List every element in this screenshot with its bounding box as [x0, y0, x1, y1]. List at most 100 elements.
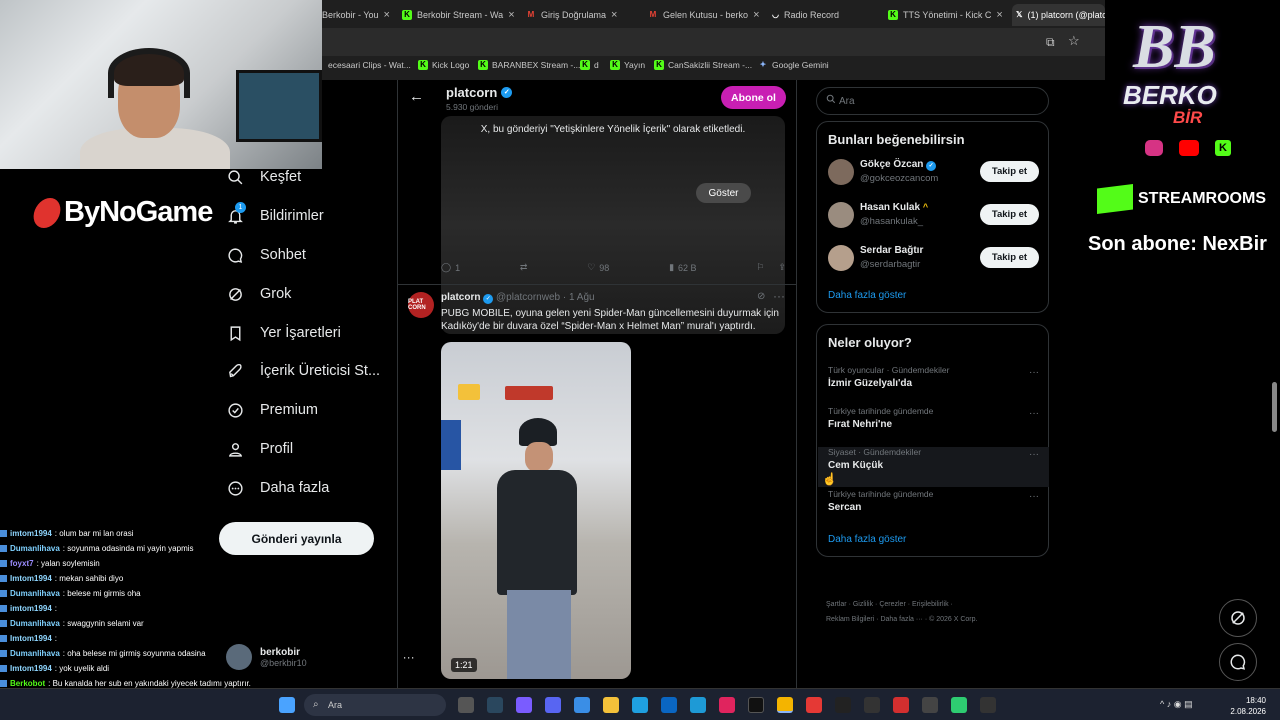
nav-premium[interactable]: Premium [226, 401, 318, 419]
chat-username[interactable]: imtom1994 [10, 604, 52, 613]
chat-username[interactable]: Berkobot [10, 679, 45, 688]
footer-link[interactable]: Şartlar [826, 601, 847, 608]
nav-chat[interactable]: Sohbet [226, 246, 306, 264]
taskbar-search[interactable]: ⌕ Ara [304, 694, 446, 716]
footer-link[interactable]: Daha fazla ··· [880, 616, 922, 623]
star-icon[interactable]: ☆ [1068, 33, 1080, 49]
nav-profile[interactable]: Profil [226, 440, 293, 458]
windows-start-icon[interactable] [279, 697, 295, 713]
search-input[interactable]: Ara [816, 87, 1049, 115]
app-icon[interactable] [690, 697, 706, 713]
close-icon[interactable]: × [753, 9, 759, 21]
chat-username[interactable]: Imtom1994 [10, 574, 52, 583]
grok-icon[interactable]: ⊘ [757, 291, 765, 302]
nav-bookmarks[interactable]: Yer İşaretleri [226, 324, 341, 342]
app-icon[interactable] [951, 697, 967, 713]
browser-tab[interactable]: M Gelen Kutusu - berko × [648, 4, 766, 26]
chat-username[interactable]: Dumanlihava [10, 619, 60, 628]
subscribe-button[interactable]: Abone ol [721, 86, 786, 109]
bookmark[interactable]: ecesaari Clips - Wat... [328, 60, 411, 70]
trend-item[interactable]: Türkiye tarihinde gündemde Sercan ··· [828, 489, 1039, 529]
browser-tab[interactable]: K Berkobir Stream - Wa × [402, 4, 522, 26]
footer-link[interactable]: Çerezler [879, 601, 905, 608]
trend-item[interactable]: Siyaset · Gündemdekiler Cem Küçük ··· [818, 447, 1049, 487]
chat-username[interactable]: Dumanlihava [10, 649, 60, 658]
views-action[interactable]: ▮ 62 B [669, 262, 696, 273]
show-button[interactable]: Göster [696, 183, 751, 203]
chat-username[interactable]: Dumanlihava [10, 544, 60, 553]
app-icon[interactable] [893, 697, 909, 713]
more-icon[interactable]: ··· [1029, 491, 1039, 502]
footer-link[interactable]: Gizlilik [853, 601, 873, 608]
nav-grok[interactable]: Grok [226, 285, 291, 303]
repost-icon[interactable]: ⇄ [520, 262, 528, 273]
suggestion[interactable]: Serdar Bağtır @serdarbagtir Takip et [828, 242, 1039, 276]
footer-link[interactable]: Reklam Bilgileri [826, 616, 874, 623]
trend-item[interactable]: Türk oyuncular · Gündemdekiler İzmir Güze… [828, 365, 1039, 405]
app-icon[interactable] [516, 697, 532, 713]
obs-icon[interactable] [980, 697, 996, 713]
bookmark[interactable]: Kd [580, 60, 599, 70]
outlook-icon[interactable] [661, 697, 677, 713]
chat-username[interactable]: Imtom1994 [10, 634, 52, 643]
footer-link[interactable]: Erişilebilirlik [912, 601, 949, 608]
more-icon[interactable]: ··· [1029, 408, 1039, 419]
install-app-icon[interactable]: ⧉ [1046, 35, 1055, 50]
steam-icon[interactable] [487, 697, 503, 713]
follow-button[interactable]: Takip et [980, 247, 1039, 268]
app-icon[interactable] [864, 697, 880, 713]
bookmark-icon[interactable]: ⚐ [756, 262, 764, 273]
chat-username[interactable]: imtom1994 [10, 529, 52, 538]
bookmark[interactable]: K Kick Logo [418, 60, 469, 70]
close-icon[interactable]: × [996, 9, 1002, 21]
messages-button[interactable] [1219, 643, 1257, 681]
opera-icon[interactable] [806, 697, 822, 713]
address-bar[interactable]: ⧉ ☆ [322, 28, 1105, 56]
close-icon[interactable]: × [611, 9, 617, 21]
app-icon[interactable] [719, 697, 735, 713]
tweet-video[interactable]: 1:21 [441, 342, 631, 679]
chat-username[interactable]: foyxt7 [10, 559, 34, 568]
show-more-link[interactable]: Daha fazla göster [828, 534, 906, 545]
more-icon[interactable]: ··· [773, 289, 785, 303]
bookmark[interactable]: ✦ Google Gemini [758, 60, 829, 70]
show-more-link[interactable]: Daha fazla göster [828, 290, 906, 301]
task-view-icon[interactable] [458, 697, 474, 713]
trend-item[interactable]: Türkiye tarihinde gündemde Fırat Nehri'ne… [828, 406, 1039, 446]
system-tray-icons[interactable]: ^ ♪ ◉ ▤ [1160, 699, 1193, 710]
back-arrow-icon[interactable]: ← [409, 88, 424, 105]
nav-more[interactable]: Daha fazla [226, 479, 329, 497]
bookmark[interactable]: K Yayın [610, 60, 645, 70]
suggestion[interactable]: Gökçe Özcan ✓ @gokceozcancom Takip et [828, 156, 1039, 190]
share-icon[interactable]: ⇪ [778, 262, 786, 273]
discord-icon[interactable] [545, 697, 561, 713]
browser-tab-active[interactable]: 𝕏 (1) platcorn (@platc [1012, 4, 1105, 26]
more-icon[interactable]: ··· [1029, 367, 1039, 378]
nav-creator-studio[interactable]: İçerik Üreticisi St... [226, 362, 380, 380]
follow-button[interactable]: Takip et [980, 161, 1039, 182]
browser-tab[interactable]: ◡Radio Record× [772, 4, 884, 26]
chat-username[interactable]: Imtom1994 [10, 664, 52, 673]
browser-tab[interactable]: K TTS Yönetimi - Kick C × [888, 4, 1006, 26]
bookmark[interactable]: K BARANBEX Stream -... [478, 60, 580, 70]
browser-tab[interactable]: M Giriş Doğrulama × [526, 4, 642, 26]
chat-username[interactable]: Dumanlihava [10, 589, 60, 598]
edge-icon[interactable] [632, 697, 648, 713]
store-icon[interactable] [574, 697, 590, 713]
close-icon[interactable]: × [508, 9, 514, 21]
nav-notifications[interactable]: 1 Bildirimler [226, 202, 324, 225]
suggestion[interactable]: Hasan Kulak ^ @hasankulak_ Takip et [828, 199, 1039, 233]
epic-games-icon[interactable] [835, 697, 851, 713]
clock[interactable]: 18:40 2.08.2026 [1230, 695, 1266, 717]
nav-explore[interactable]: Keşfet [226, 168, 301, 186]
more-icon[interactable]: ··· [1029, 449, 1039, 460]
tweet-author[interactable]: platcorn [441, 292, 480, 303]
bookmark[interactable]: K CanSakizlii Stream -... [654, 60, 752, 70]
folder-icon[interactable] [603, 697, 619, 713]
close-icon[interactable]: × [384, 9, 390, 21]
reply-action[interactable]: ◯ 1 [441, 262, 460, 273]
browser-tab[interactable]: Berkobir - You × [322, 4, 394, 26]
like-action[interactable]: ♡ 98 [587, 262, 609, 273]
chrome-icon[interactable] [777, 697, 793, 713]
settings-icon[interactable] [922, 697, 938, 713]
